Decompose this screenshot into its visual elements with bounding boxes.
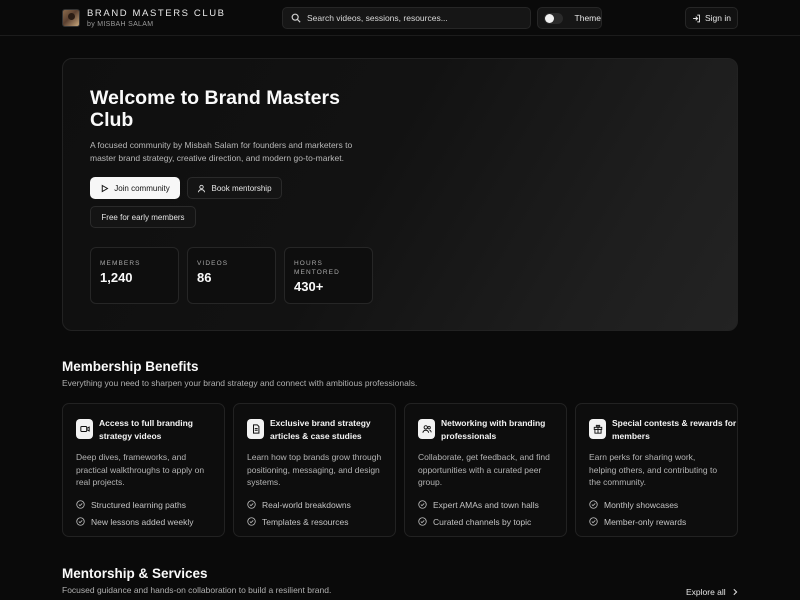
video-icon [76, 419, 93, 439]
benefit-card-contests[interactable]: Special contests & rewards for members E… [575, 403, 738, 537]
card-description: Earn perks for sharing work, helping oth… [589, 452, 718, 487]
card-description: Learn how top brands grow through positi… [247, 452, 382, 487]
join-community-label: Join community [114, 183, 170, 193]
stat-videos: VIDEOS 86 [187, 247, 276, 304]
brand[interactable]: BRAND MASTERS CLUB by MISBAH SALAM [62, 9, 226, 28]
stat-hours: HOURS MENTORED 430+ [284, 247, 373, 304]
free-members-badge: Free for early members [90, 206, 196, 228]
list-item-label: Real-world breakdowns [262, 499, 351, 510]
hero-description: A focused community by Misbah Salam for … [90, 140, 353, 163]
card-feature-list: Monthly showcases Member-only rewards [589, 496, 686, 530]
list-item-label: New lessons added weekly [91, 516, 194, 527]
free-members-label: Free for early members [101, 212, 185, 222]
stat-members: MEMBERS 1,240 [90, 247, 179, 304]
stat-label: HOURS MENTORED [294, 260, 340, 276]
stat-label: MEMBERS [100, 260, 141, 267]
stat-value: 86 [197, 270, 212, 285]
list-item: Monthly showcases [589, 496, 686, 513]
top-nav: BRAND MASTERS CLUB by MISBAH SALAM Theme… [0, 0, 800, 36]
list-item: Real-world breakdowns [247, 496, 351, 513]
check-circle-icon [418, 500, 427, 509]
search-icon [291, 13, 301, 23]
user-icon [198, 184, 206, 192]
card-title: Exclusive brand strategy articles & case… [270, 418, 371, 441]
card-header: Exclusive brand strategy articles & case… [247, 417, 395, 443]
stat-value: 1,240 [100, 270, 133, 285]
book-mentorship-label: Book mentorship [211, 183, 272, 193]
card-feature-list: Expert AMAs and town halls Curated chann… [418, 496, 539, 530]
list-item: Structured learning paths [76, 496, 194, 513]
brand-subtitle: by MISBAH SALAM [87, 20, 154, 28]
sign-in-icon [693, 14, 700, 22]
brand-title: BRAND MASTERS CLUB [87, 8, 226, 19]
list-item: Member-only rewards [589, 513, 686, 530]
card-title: Networking with branding professionals [441, 418, 546, 441]
toggle-switch[interactable] [544, 12, 563, 24]
benefit-card-networking[interactable]: Networking with branding professionals C… [404, 403, 567, 537]
check-circle-icon [76, 517, 85, 526]
check-circle-icon [247, 500, 256, 509]
check-circle-icon [76, 500, 85, 509]
explore-all-label: Explore all [686, 587, 726, 597]
brand-logo [62, 9, 80, 28]
explore-all-link[interactable]: Explore all [686, 587, 739, 597]
card-header: Special contests & rewards for members [589, 417, 737, 443]
list-item: Curated channels by topic [418, 513, 539, 530]
list-item-label: Curated channels by topic [433, 516, 532, 527]
check-circle-icon [589, 500, 598, 509]
card-description: Deep dives, frameworks, and practical wa… [76, 452, 205, 487]
hero-section: Welcome to Brand Masters Club A focused … [62, 58, 738, 331]
check-circle-icon [247, 517, 256, 526]
sign-in-label: Sign in [705, 13, 731, 23]
list-item-label: Member-only rewards [604, 516, 687, 527]
stat-label: VIDEOS [197, 260, 229, 267]
card-header: Networking with branding professionals [418, 417, 566, 443]
list-item-label: Templates & resources [262, 516, 349, 527]
theme-label: Theme [574, 13, 601, 23]
list-item-label: Monthly showcases [604, 499, 679, 510]
list-item-label: Structured learning paths [91, 499, 186, 510]
check-circle-icon [418, 517, 427, 526]
play-icon [101, 184, 109, 192]
benefits-subtitle: Everything you need to sharpen your bran… [62, 378, 418, 388]
mentorship-title: Mentorship & Services [62, 566, 208, 581]
card-feature-list: Structured learning paths New lessons ad… [76, 496, 194, 530]
search-input[interactable] [307, 13, 527, 23]
join-community-button[interactable]: Join community [90, 177, 180, 199]
benefit-card-videos[interactable]: Access to full branding strategy videos … [62, 403, 225, 537]
toggle-knob [545, 13, 554, 23]
list-item: New lessons added weekly [76, 513, 194, 530]
sign-in-button[interactable]: Sign in [685, 7, 738, 29]
card-title: Access to full branding strategy videos [99, 418, 193, 441]
card-header: Access to full branding strategy videos [76, 417, 224, 443]
book-mentorship-button[interactable]: Book mentorship [187, 177, 282, 199]
benefit-card-articles[interactable]: Exclusive brand strategy articles & case… [233, 403, 396, 537]
theme-toggle[interactable]: Theme [537, 7, 602, 29]
list-item: Templates & resources [247, 513, 351, 530]
users-icon [418, 419, 435, 439]
list-item: Expert AMAs and town halls [418, 496, 539, 513]
document-icon [247, 419, 264, 439]
check-circle-icon [589, 517, 598, 526]
hero-title: Welcome to Brand Masters Club [90, 87, 340, 131]
card-description: Collaborate, get feedback, and find oppo… [418, 452, 550, 487]
gift-icon [589, 419, 606, 439]
card-feature-list: Real-world breakdowns Templates & resour… [247, 496, 351, 530]
chevron-right-icon [733, 588, 738, 596]
mentorship-subtitle: Focused guidance and hands-on collaborat… [62, 585, 332, 595]
card-title: Special contests & rewards for members [612, 418, 737, 441]
search-box[interactable] [282, 7, 531, 29]
stat-value: 430+ [294, 279, 324, 294]
list-item-label: Expert AMAs and town halls [433, 499, 539, 510]
benefits-title: Membership Benefits [62, 359, 199, 374]
brand-text: BRAND MASTERS CLUB by MISBAH SALAM [87, 9, 226, 28]
